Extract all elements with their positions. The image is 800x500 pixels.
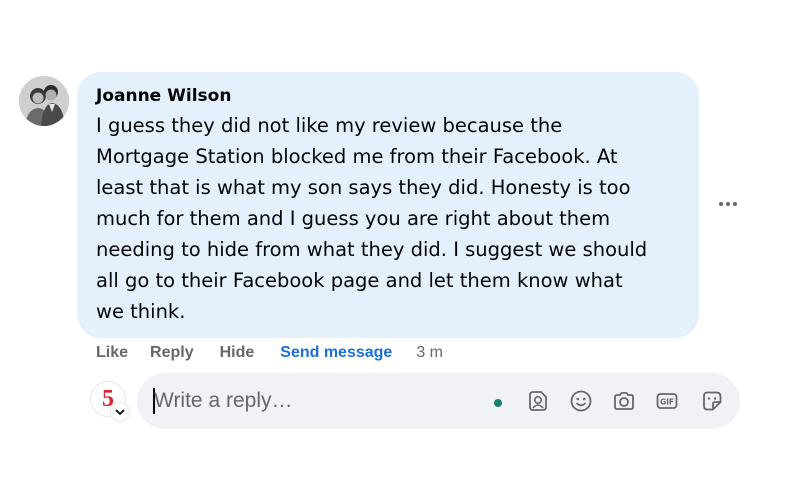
gif-icon[interactable]: GIF (653, 387, 681, 415)
couple-photo-icon (19, 76, 69, 126)
comment-line: Mortgage Station blocked me from their F… (96, 145, 618, 168)
dot (719, 202, 723, 206)
more-options-icon[interactable] (716, 196, 740, 212)
camera-icon[interactable] (610, 387, 638, 415)
reply-input[interactable] (154, 386, 474, 416)
dot (726, 202, 730, 206)
comment-line: all go to their Facebook page and let th… (96, 269, 623, 292)
comment-line: I guess they did not like my review beca… (96, 114, 563, 137)
sticker-icon[interactable] (698, 387, 726, 415)
svg-text:GIF: GIF (660, 398, 674, 407)
comment-actions: Like Reply Hide Send message 3 m (96, 342, 443, 364)
hide-button[interactable]: Hide (220, 344, 255, 362)
comment-line: much for them and I guess you are right … (96, 207, 611, 230)
reply-button[interactable]: Reply (150, 344, 194, 362)
timestamp[interactable]: 3 m (416, 344, 443, 362)
commenter-avatar[interactable] (19, 76, 69, 126)
send-message-button[interactable]: Send message (280, 344, 392, 362)
chevron-down-icon[interactable] (111, 403, 129, 421)
comment-line: needing to hide from what they did. I su… (96, 238, 648, 261)
dot (733, 202, 737, 206)
emoji-icon[interactable] (567, 387, 595, 415)
comment-line: least that is what my son says they did.… (96, 176, 631, 199)
avatar-sticker-icon[interactable] (524, 387, 552, 415)
active-status-dot (494, 399, 502, 407)
comment-text: I guess they did not like my review beca… (96, 110, 696, 327)
comment-author[interactable]: Joanne Wilson (96, 86, 231, 106)
like-button[interactable]: Like (96, 344, 128, 362)
comment-line: we think. (96, 300, 186, 323)
